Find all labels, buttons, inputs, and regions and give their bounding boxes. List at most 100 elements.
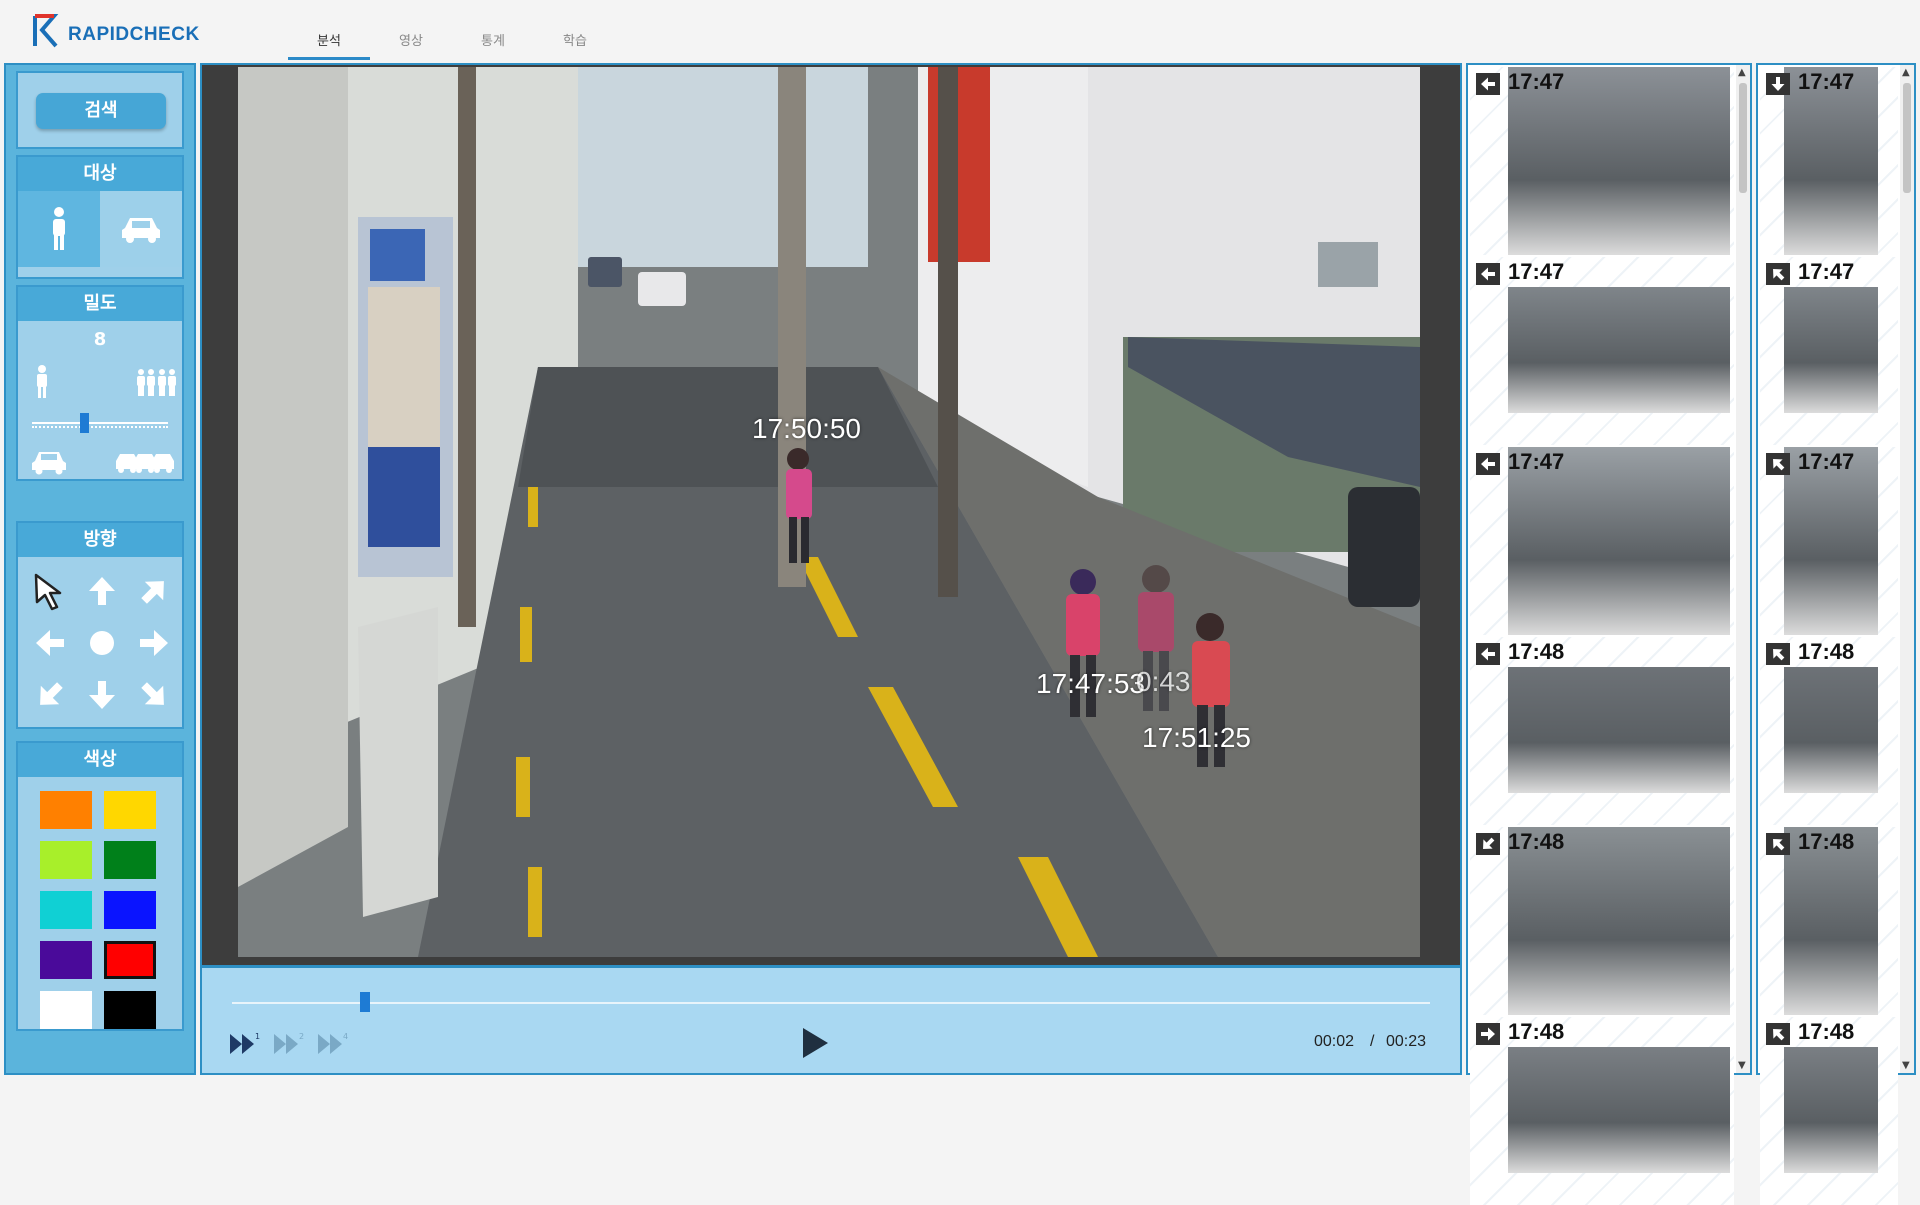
thumbnail-image bbox=[1784, 827, 1878, 1015]
color-swatch[interactable] bbox=[40, 891, 92, 929]
tab-video[interactable]: 영상 bbox=[370, 30, 452, 60]
thumbnail-time: 17:48 bbox=[1798, 829, 1855, 854]
person-icon bbox=[53, 207, 65, 250]
scroll-down-icon[interactable]: ▼ bbox=[1738, 1060, 1746, 1071]
color-swatch[interactable] bbox=[104, 891, 156, 929]
direction-panel: 방향 bbox=[16, 521, 184, 729]
arrow-left-icon bbox=[1476, 643, 1500, 665]
single-car-icon bbox=[32, 452, 66, 475]
thumbnail-time: 17:47 bbox=[1798, 69, 1855, 94]
color-swatch[interactable] bbox=[40, 791, 92, 829]
thumbnail-image bbox=[1784, 67, 1878, 255]
track-thumbnail[interactable]: 17:48 bbox=[1470, 637, 1734, 825]
color-swatch[interactable] bbox=[40, 841, 92, 879]
direction-grid bbox=[24, 565, 182, 721]
playback-controls: 1 2 4 00:02 / 00:23 bbox=[202, 965, 1460, 1073]
arrow-left-icon bbox=[1476, 453, 1500, 475]
arrow-right-icon bbox=[140, 630, 168, 656]
scroll-up-icon[interactable]: ▲ bbox=[1738, 67, 1746, 78]
direction-stationary-button[interactable] bbox=[76, 617, 128, 669]
direction-up-right-button[interactable] bbox=[128, 565, 180, 617]
thumbnail-image bbox=[1508, 667, 1730, 793]
scroll-up-icon[interactable]: ▲ bbox=[1902, 67, 1910, 78]
direction-up-button[interactable] bbox=[76, 565, 128, 617]
logo: RAPIDCHECK bbox=[32, 14, 200, 48]
cursor-arrow-icon bbox=[34, 573, 62, 611]
object-timestamp: 17:47:53 bbox=[1036, 668, 1145, 699]
tab-learning[interactable]: 학습 bbox=[534, 30, 616, 60]
arrow-down-icon bbox=[89, 681, 115, 709]
target-panel: 대상 bbox=[16, 155, 184, 279]
direction-up-left-button[interactable] bbox=[24, 565, 76, 617]
thumbnail-image bbox=[1508, 827, 1730, 1015]
color-swatch[interactable] bbox=[104, 991, 156, 1029]
track-thumbnail[interactable]: 17:47 bbox=[1760, 257, 1898, 445]
track-thumbnail[interactable]: 17:48 bbox=[1760, 1017, 1898, 1205]
scroll-down-icon[interactable]: ▼ bbox=[1902, 1060, 1910, 1071]
track-thumbnail[interactable]: 17:48 bbox=[1760, 637, 1898, 825]
color-swatch[interactable] bbox=[40, 941, 92, 979]
color-title: 색상 bbox=[18, 743, 182, 777]
scroll-thumb[interactable] bbox=[1903, 83, 1911, 193]
arrow-down-icon bbox=[1766, 73, 1790, 95]
track-thumbnail[interactable]: 17:47 bbox=[1760, 447, 1898, 635]
density-slider[interactable] bbox=[32, 413, 168, 433]
single-person-icon bbox=[37, 365, 47, 398]
track-thumbnail[interactable]: 17:48 bbox=[1760, 827, 1898, 1015]
density-title: 밀도 bbox=[18, 287, 182, 321]
seek-bar[interactable] bbox=[232, 1002, 1430, 1004]
track-list-primary: 17:47 17:47 17:47 17:48 17:48 17:48 ▲ ▼ bbox=[1466, 63, 1752, 1205]
scroll-thumb[interactable] bbox=[1739, 83, 1747, 193]
direction-down-left-button[interactable] bbox=[24, 669, 76, 721]
speed-x1-button[interactable]: 1 bbox=[228, 1030, 262, 1058]
track-thumbnail[interactable]: 17:48 bbox=[1470, 1017, 1734, 1205]
track-thumbnail[interactable]: 17:47 bbox=[1470, 447, 1734, 635]
thumbnail-image bbox=[1508, 287, 1730, 413]
scrollbar[interactable]: ▲ ▼ bbox=[1736, 65, 1750, 1073]
direction-left-button[interactable] bbox=[24, 617, 76, 669]
color-swatch[interactable] bbox=[40, 991, 92, 1029]
play-icon[interactable] bbox=[800, 1026, 830, 1060]
filter-sidebar: 검색 대상 밀도 8 방향 색상 bbox=[4, 63, 196, 1075]
rapidcheck-logo-icon bbox=[33, 14, 59, 48]
thumbnail-image bbox=[1508, 67, 1730, 255]
thumbnail-time: 17:48 bbox=[1508, 639, 1565, 664]
arrow-up-left-icon bbox=[1766, 833, 1790, 855]
svg-text:1: 1 bbox=[255, 1032, 260, 1041]
search-button[interactable]: 검색 bbox=[36, 93, 166, 129]
current-time: 00:02 bbox=[1314, 1033, 1355, 1050]
direction-down-right-button[interactable] bbox=[128, 669, 180, 721]
target-car-button[interactable] bbox=[100, 191, 182, 267]
video-frame[interactable]: 17:50:50 17:47:53 0:43 17:51:25 bbox=[238, 67, 1420, 957]
thumbnail-time: 17:47 bbox=[1798, 259, 1855, 284]
color-swatch[interactable] bbox=[104, 841, 156, 879]
street-scene-image bbox=[238, 67, 1420, 957]
video-player: 17:50:50 17:47:53 0:43 17:51:25 1 2 4 00… bbox=[200, 63, 1462, 1075]
speed-x2-button[interactable]: 2 bbox=[272, 1030, 306, 1058]
color-swatch[interactable] bbox=[104, 791, 156, 829]
scrollbar[interactable]: ▲ ▼ bbox=[1900, 65, 1914, 1073]
seek-handle[interactable] bbox=[360, 992, 370, 1012]
target-person-button[interactable] bbox=[18, 191, 100, 267]
arrow-right-icon bbox=[1476, 1023, 1500, 1045]
tab-analysis[interactable]: 분석 bbox=[288, 30, 370, 60]
thumbnail-image bbox=[1784, 287, 1878, 413]
thumbnail-time: 17:47 bbox=[1508, 69, 1565, 94]
speed-x4-button[interactable]: 4 bbox=[316, 1030, 350, 1058]
track-thumbnail[interactable]: 17:47 bbox=[1760, 67, 1898, 255]
svg-text:2: 2 bbox=[299, 1032, 304, 1041]
direction-down-button[interactable] bbox=[76, 669, 128, 721]
object-timestamp: 17:51:25 bbox=[1142, 722, 1251, 753]
main-nav: 분석 영상 통계 학습 bbox=[288, 30, 616, 60]
color-swatch[interactable] bbox=[104, 941, 156, 979]
track-thumbnail[interactable]: 17:47 bbox=[1470, 257, 1734, 445]
object-timestamp: 17:50:50 bbox=[752, 413, 861, 444]
thumbnail-image bbox=[1784, 667, 1878, 793]
direction-right-button[interactable] bbox=[128, 617, 180, 669]
track-thumbnail[interactable]: 17:48 bbox=[1470, 827, 1734, 1015]
thumbnail-image bbox=[1508, 447, 1730, 635]
track-thumbnail[interactable]: 17:47 bbox=[1470, 67, 1734, 255]
density-slider-handle[interactable] bbox=[80, 413, 89, 433]
tab-statistics[interactable]: 통계 bbox=[452, 30, 534, 60]
thumbnail-time: 17:47 bbox=[1798, 449, 1855, 474]
